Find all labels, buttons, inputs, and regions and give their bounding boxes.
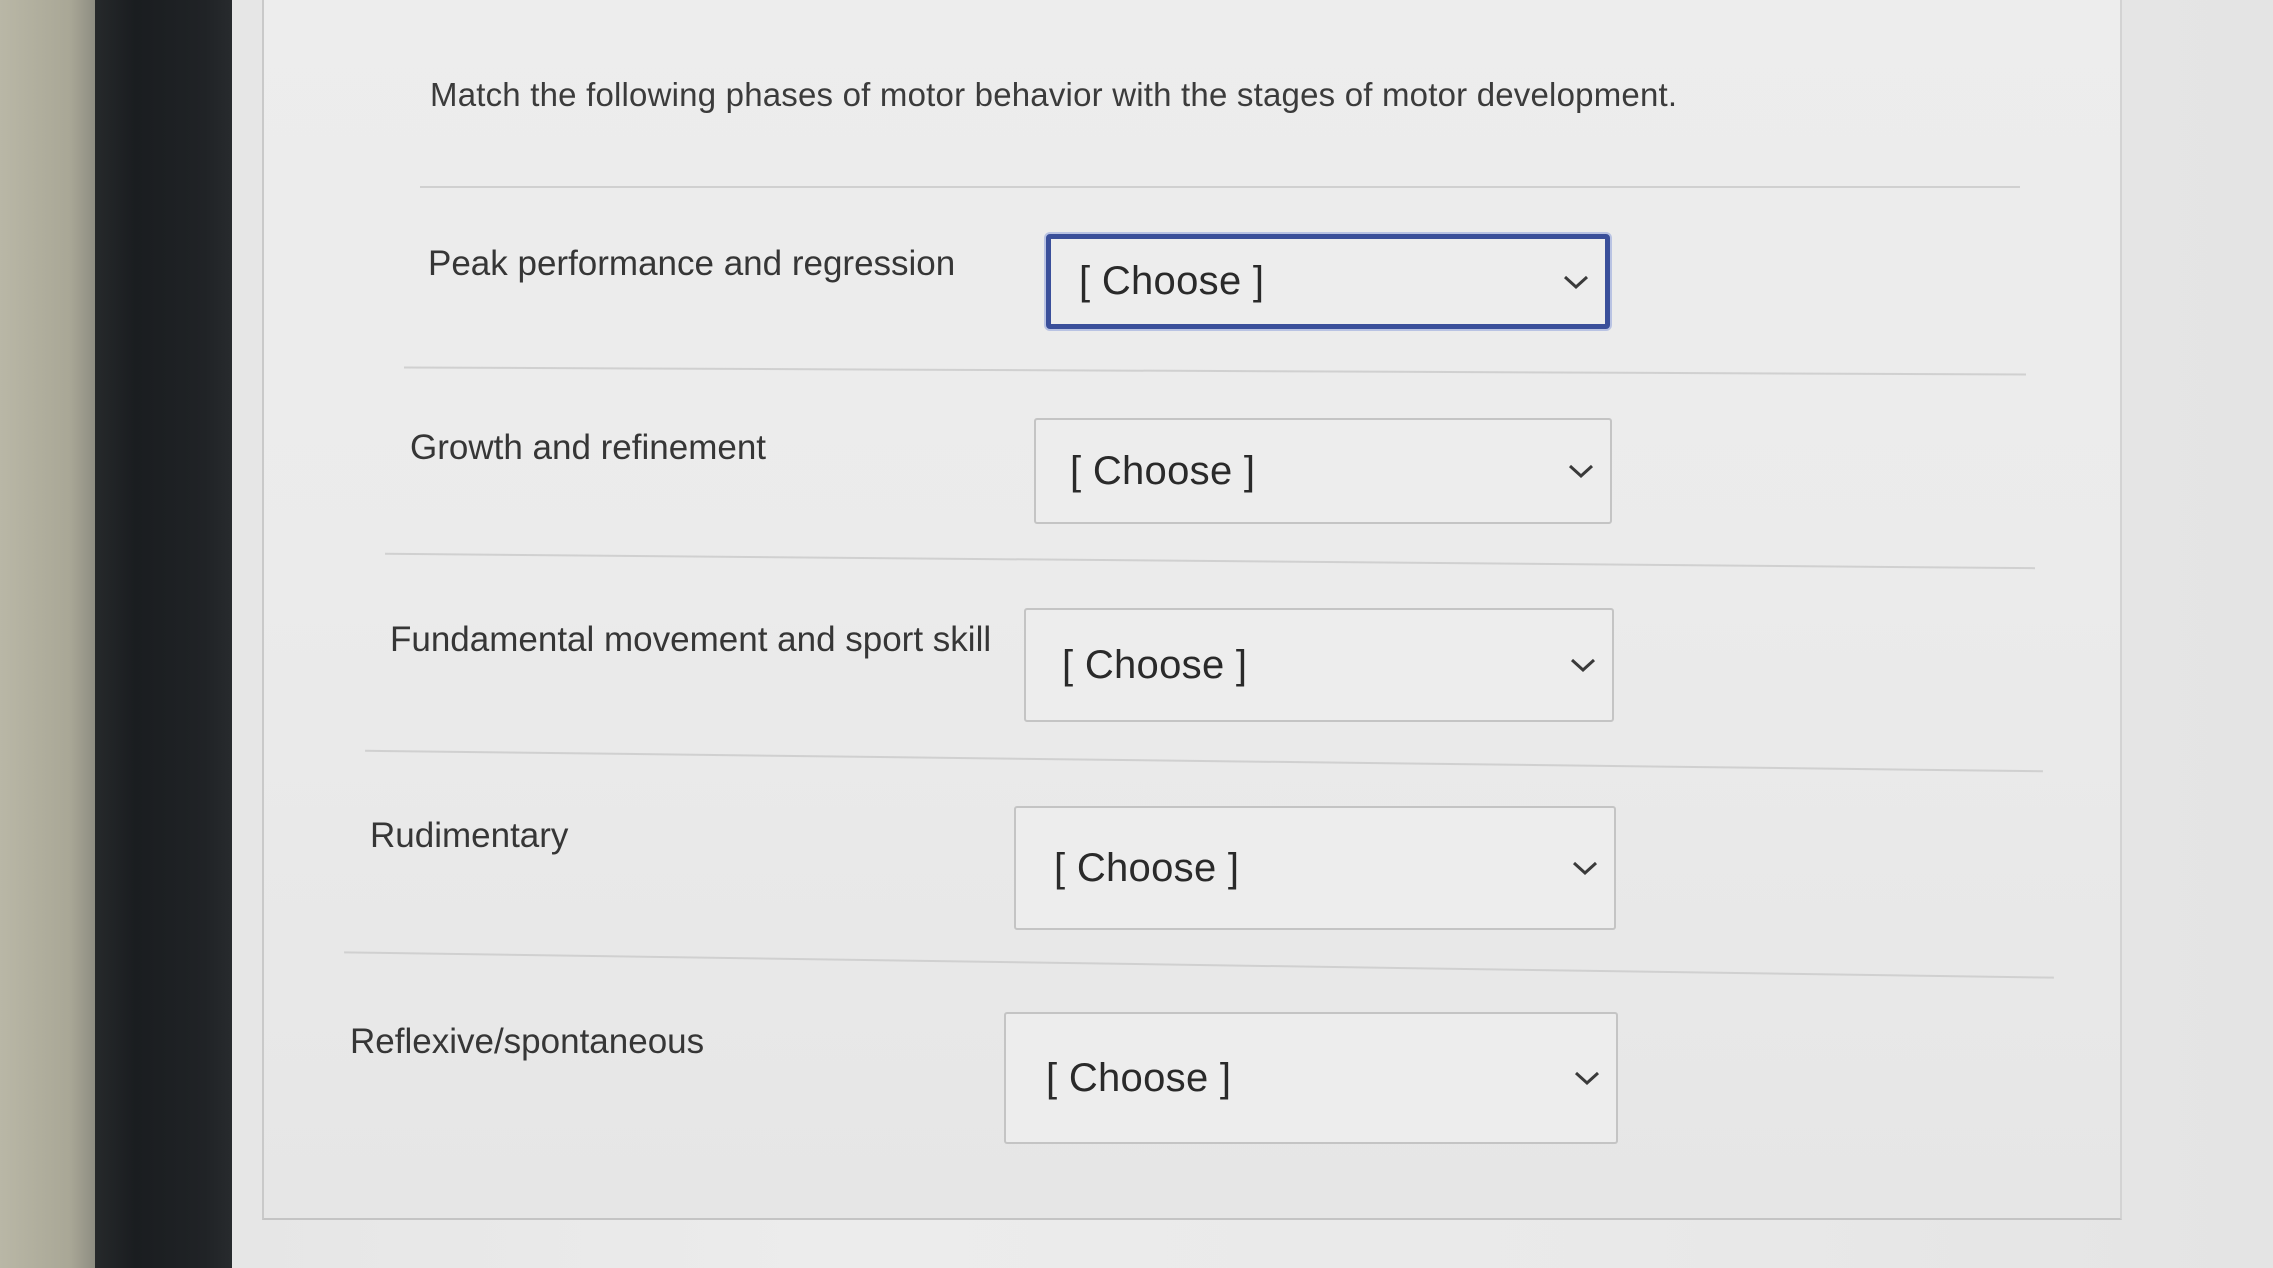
question-prompt: Match the following phases of motor beha…	[430, 76, 1678, 113]
chevron-down-icon	[1572, 861, 1598, 876]
match-select-reflexive[interactable]: [ Choose ]	[1004, 1012, 1618, 1144]
divider	[420, 186, 2020, 188]
chevron-down-icon	[1563, 275, 1589, 289]
select-value: [ Choose ]	[1070, 448, 1256, 493]
select-value: [ Choose ]	[1046, 1055, 1232, 1100]
chevron-down-icon	[1574, 1071, 1600, 1086]
chevron-down-icon	[1570, 658, 1596, 673]
select-value: [ Choose ]	[1079, 259, 1265, 303]
device-bezel	[95, 0, 245, 1268]
chevron-down-icon	[1568, 464, 1594, 479]
select-value: [ Choose ]	[1054, 845, 1240, 890]
row-label-rudimentary: Rudimentary	[370, 816, 569, 855]
row-label-growth-refinement: Growth and refinement	[410, 428, 767, 467]
row-label-fundamental-movement: Fundamental movement and sport skill	[390, 620, 992, 659]
row-label-peak-performance: Peak performance and regression	[428, 244, 956, 283]
match-select-rudimentary[interactable]: [ Choose ]	[1014, 806, 1616, 930]
match-select-fundamental-movement[interactable]: [ Choose ]	[1024, 608, 1614, 722]
row-label-reflexive: Reflexive/spontaneous	[350, 1022, 705, 1061]
select-value: [ Choose ]	[1062, 642, 1248, 687]
match-select-growth-refinement[interactable]: [ Choose ]	[1034, 418, 1612, 524]
match-select-peak-performance[interactable]: [ Choose ]	[1046, 234, 1610, 329]
